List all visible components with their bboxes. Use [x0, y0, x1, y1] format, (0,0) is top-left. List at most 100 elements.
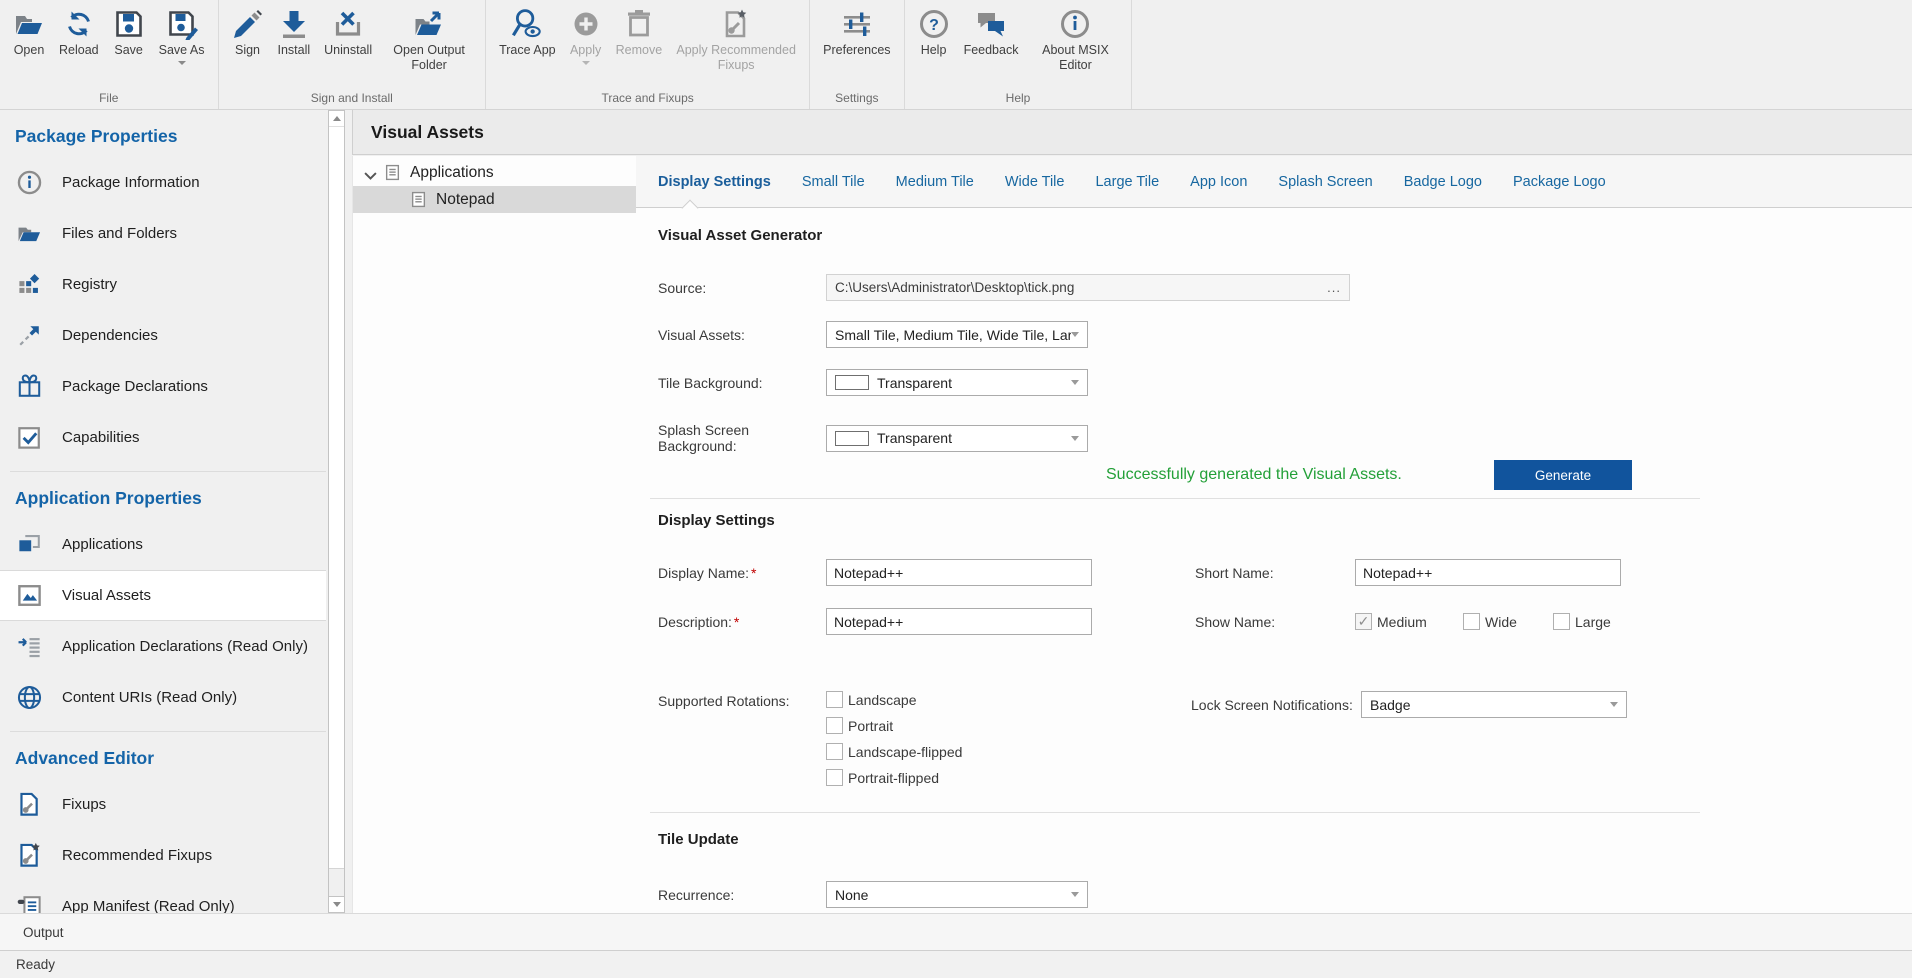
- tab-badge-logo[interactable]: Badge Logo: [1404, 174, 1482, 190]
- visual-assets-dropdown[interactable]: Small Tile, Medium Tile, Wide Tile, Larg…: [826, 321, 1088, 348]
- tab-app-icon[interactable]: App Icon: [1190, 174, 1247, 190]
- install-button[interactable]: Install: [271, 5, 318, 61]
- scroll-down-icon[interactable]: [329, 896, 344, 912]
- description-field[interactable]: [826, 608, 1092, 635]
- tab-package-logo[interactable]: Package Logo: [1513, 174, 1606, 190]
- tab-splash-screen[interactable]: Splash Screen: [1278, 174, 1372, 190]
- toolbar-group-label-settings: Settings: [816, 91, 897, 109]
- tab-medium-tile[interactable]: Medium Tile: [896, 174, 974, 190]
- save-as-icon: [166, 8, 198, 40]
- open-button[interactable]: Open: [6, 5, 52, 61]
- sign-button[interactable]: Sign: [225, 5, 271, 61]
- sidebar-item-application-declarations[interactable]: Application Declarations (Read Only): [0, 621, 326, 672]
- uninstall-button[interactable]: Uninstall: [317, 5, 379, 61]
- sidebar-item-package-information[interactable]: Package Information: [0, 157, 326, 208]
- preferences-button[interactable]: Preferences: [816, 5, 897, 61]
- help-button[interactable]: ? Help: [911, 5, 957, 61]
- browse-button[interactable]: ...: [1327, 280, 1341, 295]
- sidebar-item-applications[interactable]: Applications: [0, 519, 326, 570]
- open-output-folder-icon: [413, 8, 445, 40]
- scrollbar-thumb[interactable]: [329, 127, 344, 868]
- feedback-button[interactable]: Feedback: [957, 5, 1026, 61]
- tree-node-applications[interactable]: Applications: [353, 159, 636, 186]
- sidebar-item-app-manifest[interactable]: App Manifest (Read Only): [0, 881, 326, 913]
- recurrence-dropdown[interactable]: None: [826, 881, 1088, 908]
- checkbox-icon: [826, 691, 843, 708]
- section-title-display-settings: Display Settings: [658, 512, 1912, 529]
- feedback-icon: [975, 8, 1007, 40]
- recurrence-label: Recurrence:: [658, 887, 826, 903]
- apply-button[interactable]: Apply: [563, 5, 609, 68]
- section-divider: [650, 498, 1700, 499]
- show-name-large-checkbox[interactable]: Large: [1553, 613, 1611, 630]
- checkbox-icon: [1463, 613, 1480, 630]
- visual-assets-form: Display Settings Small Tile Medium Tile …: [636, 156, 1912, 913]
- tab-small-tile[interactable]: Small Tile: [802, 174, 865, 190]
- color-swatch: [835, 431, 869, 446]
- splash-background-dropdown[interactable]: Transparent: [826, 425, 1088, 452]
- rotation-portrait-flipped-checkbox[interactable]: Portrait-flipped: [826, 769, 962, 786]
- rotation-portrait-checkbox[interactable]: Portrait: [826, 717, 962, 734]
- tab-display-settings[interactable]: Display Settings: [658, 174, 771, 190]
- toolbar-group-label-trace-and-fixups: Trace and Fixups: [492, 91, 803, 109]
- chevron-down-icon: [582, 61, 590, 65]
- reload-button[interactable]: Reload: [52, 5, 106, 61]
- toolbar-group-label-help: Help: [911, 91, 1126, 109]
- display-name-field[interactable]: [826, 559, 1092, 586]
- color-swatch: [835, 375, 869, 390]
- sidebar-item-fixups[interactable]: Fixups: [0, 779, 326, 830]
- save-as-button[interactable]: Save As: [152, 5, 212, 68]
- sidebar-item-package-declarations[interactable]: Package Declarations: [0, 361, 326, 412]
- rotation-landscape-checkbox[interactable]: Landscape: [826, 691, 962, 708]
- source-input[interactable]: C:\Users\Administrator\Desktop\tick.png …: [826, 274, 1350, 301]
- svg-text:?: ?: [929, 17, 939, 34]
- scroll-up-icon[interactable]: [329, 111, 344, 127]
- tab-wide-tile[interactable]: Wide Tile: [1005, 174, 1065, 190]
- toolbar-group-file: Open Reload Save Save As File: [0, 0, 219, 109]
- toolbar: Open Reload Save Save As File Sign: [0, 0, 1912, 110]
- install-icon: [278, 8, 310, 40]
- tree-node-notepad[interactable]: Notepad: [353, 186, 636, 213]
- show-name-medium-checkbox[interactable]: Medium: [1355, 613, 1463, 630]
- tab-large-tile[interactable]: Large Tile: [1095, 174, 1159, 190]
- lock-screen-notifications-dropdown[interactable]: Badge: [1361, 691, 1627, 718]
- tile-background-dropdown[interactable]: Transparent: [826, 369, 1088, 396]
- sign-icon: [232, 8, 264, 40]
- show-name-wide-checkbox[interactable]: Wide: [1463, 613, 1553, 630]
- about-msix-editor-button[interactable]: About MSIX Editor: [1025, 5, 1125, 76]
- toolbar-group-trace-and-fixups: Trace App Apply Remove Apply Recommended…: [486, 0, 810, 109]
- toolbar-group-sign-and-install: Sign Install Uninstall Open Output Folde…: [219, 0, 487, 109]
- sidebar-item-registry[interactable]: Registry: [0, 259, 326, 310]
- supported-rotations-label: Supported Rotations:: [658, 693, 826, 709]
- chevron-down-icon: [1071, 436, 1079, 441]
- chevron-down-icon: [1071, 892, 1079, 897]
- sidebar-item-visual-assets[interactable]: Visual Assets: [0, 570, 326, 621]
- sidebar-item-files-and-folders[interactable]: Files and Folders: [0, 208, 326, 259]
- chevron-down-icon: [1610, 702, 1618, 707]
- apply-recommended-fixups-button[interactable]: Apply Recommended Fixups: [669, 5, 803, 76]
- splash-background-label: Splash Screen Background:: [658, 422, 826, 454]
- sidebar-item-capabilities[interactable]: Capabilities: [0, 412, 326, 463]
- short-name-field[interactable]: [1355, 559, 1621, 586]
- sidebar-item-dependencies[interactable]: Dependencies: [0, 310, 326, 361]
- gift-icon: [16, 373, 43, 400]
- trace-app-button[interactable]: Trace App: [492, 5, 563, 61]
- remove-button[interactable]: Remove: [609, 5, 670, 61]
- scrollbar-track[interactable]: [329, 868, 344, 896]
- generate-button[interactable]: Generate: [1494, 460, 1632, 490]
- apply-icon: [570, 8, 602, 40]
- rotation-landscape-flipped-checkbox[interactable]: Landscape-flipped: [826, 743, 962, 760]
- chevron-down-icon[interactable]: [364, 168, 377, 177]
- output-bar[interactable]: Output: [0, 913, 1912, 950]
- save-button[interactable]: Save: [106, 5, 152, 61]
- source-label: Source:: [658, 280, 826, 296]
- sidebar-section-package-properties: Package Properties: [0, 110, 326, 157]
- sidebar-item-content-uris[interactable]: Content URIs (Read Only): [0, 672, 326, 723]
- toolbar-group-help: ? Help Feedback About MSIX Editor Help: [905, 0, 1133, 109]
- sidebar-scrollbar[interactable]: [328, 110, 345, 913]
- tile-background-label: Tile Background:: [658, 375, 826, 391]
- success-message: Successfully generated the Visual Assets…: [1106, 466, 1402, 484]
- visual-assets-label: Visual Assets:: [658, 327, 826, 343]
- sidebar-item-recommended-fixups[interactable]: Recommended Fixups: [0, 830, 326, 881]
- open-output-folder-button[interactable]: Open Output Folder: [379, 5, 479, 76]
